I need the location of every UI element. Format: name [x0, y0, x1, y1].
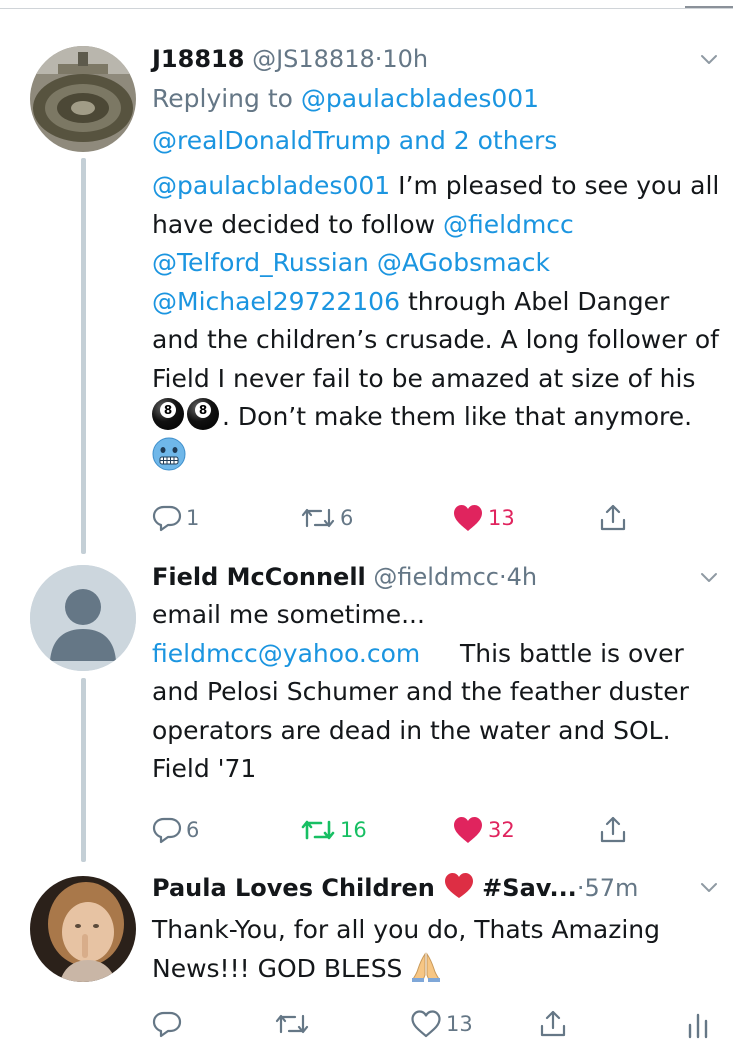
- crowd-formation-avatar-image: [30, 46, 136, 152]
- reply-button[interactable]: 1: [152, 498, 199, 538]
- like-count: 32: [488, 818, 515, 842]
- display-name[interactable]: J18818: [152, 45, 244, 73]
- share-icon: [540, 1010, 566, 1037]
- retweet-icon: [275, 1014, 309, 1034]
- retweet-button[interactable]: 16: [300, 810, 367, 850]
- avatar[interactable]: [30, 565, 136, 671]
- separator-dot: ·: [498, 563, 507, 591]
- reply-icon: [152, 505, 182, 532]
- display-name[interactable]: Paula Loves Children: [152, 874, 435, 902]
- display-name[interactable]: Field McConnell: [152, 563, 366, 591]
- 8-ball-icon: [152, 398, 184, 430]
- red-heart-icon: [443, 872, 475, 909]
- like-button[interactable]: 13: [410, 1004, 473, 1044]
- 8-ball-icon: [187, 398, 219, 430]
- timestamp[interactable]: 10h: [382, 45, 428, 73]
- chevron-down-icon[interactable]: [699, 568, 719, 588]
- display-name-suffix[interactable]: #Sav...: [482, 874, 577, 902]
- reply-count: 1: [186, 506, 200, 530]
- heart-filled-icon: [454, 505, 482, 531]
- replying-to: Replying to @paulacblades001 @realDonald…: [152, 78, 722, 162]
- heart-filled-icon: [454, 817, 482, 843]
- share-icon: [600, 816, 626, 843]
- tweet-header: J18818 @JS18818·10h: [152, 42, 722, 76]
- thread-line: [81, 158, 86, 554]
- chevron-down-icon[interactable]: [699, 878, 719, 898]
- heart-outline-icon: [411, 1010, 441, 1038]
- tweet-text-segment: email me sometime...: [152, 600, 425, 629]
- tweet-text: email me sometime... fieldmcc@yahoo.com …: [152, 596, 722, 789]
- folded-hands-icon: [410, 951, 442, 995]
- avatar[interactable]: [30, 876, 136, 982]
- retweet-button[interactable]: [274, 1004, 314, 1044]
- like-button[interactable]: 13: [452, 498, 515, 538]
- like-count: 13: [446, 1012, 473, 1036]
- default-profile-icon: [30, 565, 136, 671]
- chevron-down-icon[interactable]: [699, 50, 719, 70]
- share-button[interactable]: [598, 810, 628, 850]
- mention-link[interactable]: @Telford_Russian: [152, 248, 369, 277]
- retweet-count: 16: [340, 818, 367, 842]
- mention-link[interactable]: @paulacblades001: [152, 171, 390, 200]
- tweet-actions: 1 6 13: [152, 498, 672, 538]
- mention-link[interactable]: @paulacblades001: [301, 84, 539, 113]
- avatar[interactable]: [30, 46, 136, 152]
- reply-count: 6: [186, 818, 200, 842]
- retweet-icon: [301, 508, 335, 528]
- replying-to-others-link[interactable]: @realDonaldTrump and 2 others: [152, 126, 557, 155]
- share-button[interactable]: [598, 498, 628, 538]
- thread-line: [81, 678, 86, 862]
- analytics-button[interactable]: [686, 1004, 710, 1044]
- top-corner-edge: [685, 0, 733, 8]
- reply-icon: [152, 817, 182, 844]
- tweet-actions: 6 16 32: [152, 810, 672, 850]
- reply-icon: [152, 1011, 182, 1038]
- share-button[interactable]: [538, 1004, 568, 1044]
- tweet-actions: 13: [152, 1004, 708, 1044]
- like-count: 13: [488, 506, 515, 530]
- tweet-text: @paulacblades001 I’m pleased to see you …: [152, 167, 722, 482]
- share-icon: [600, 504, 626, 531]
- retweet-icon: [301, 820, 335, 840]
- mention-link[interactable]: @fieldmcc: [443, 210, 574, 239]
- tweet-text-segment: Thank-You, for all you do, Thats Amazing…: [152, 915, 660, 983]
- tweet-header: Field McConnell @fieldmcc·4h: [152, 560, 722, 594]
- like-button[interactable]: 32: [452, 810, 515, 850]
- retweet-button[interactable]: 6: [300, 498, 353, 538]
- tweet-text: Thank-You, for all you do, Thats Amazing…: [152, 911, 722, 994]
- retweet-count: 6: [340, 506, 354, 530]
- tweet-text-segment: . Don’t make them like that anymore.: [222, 402, 693, 431]
- replying-to-label: Replying to: [152, 84, 293, 113]
- child-portrait-avatar-image: [30, 876, 136, 982]
- user-handle[interactable]: @JS18818: [252, 45, 375, 73]
- reply-button[interactable]: 6: [152, 810, 199, 850]
- tweet-header: Paula Loves Children #Sav...·57m: [152, 871, 722, 909]
- cold-face-icon: [152, 437, 186, 483]
- timestamp[interactable]: 4h: [507, 563, 537, 591]
- analytics-icon: [688, 1013, 708, 1039]
- reply-button[interactable]: [152, 1004, 186, 1044]
- mention-link[interactable]: @AGobsmack: [377, 248, 550, 277]
- mention-link[interactable]: @Michael29722106: [152, 287, 400, 316]
- user-handle[interactable]: @fieldmcc: [373, 563, 499, 591]
- timestamp[interactable]: 57m: [584, 874, 638, 902]
- top-divider: [0, 8, 733, 9]
- email-link[interactable]: fieldmcc@yahoo.com: [152, 639, 420, 668]
